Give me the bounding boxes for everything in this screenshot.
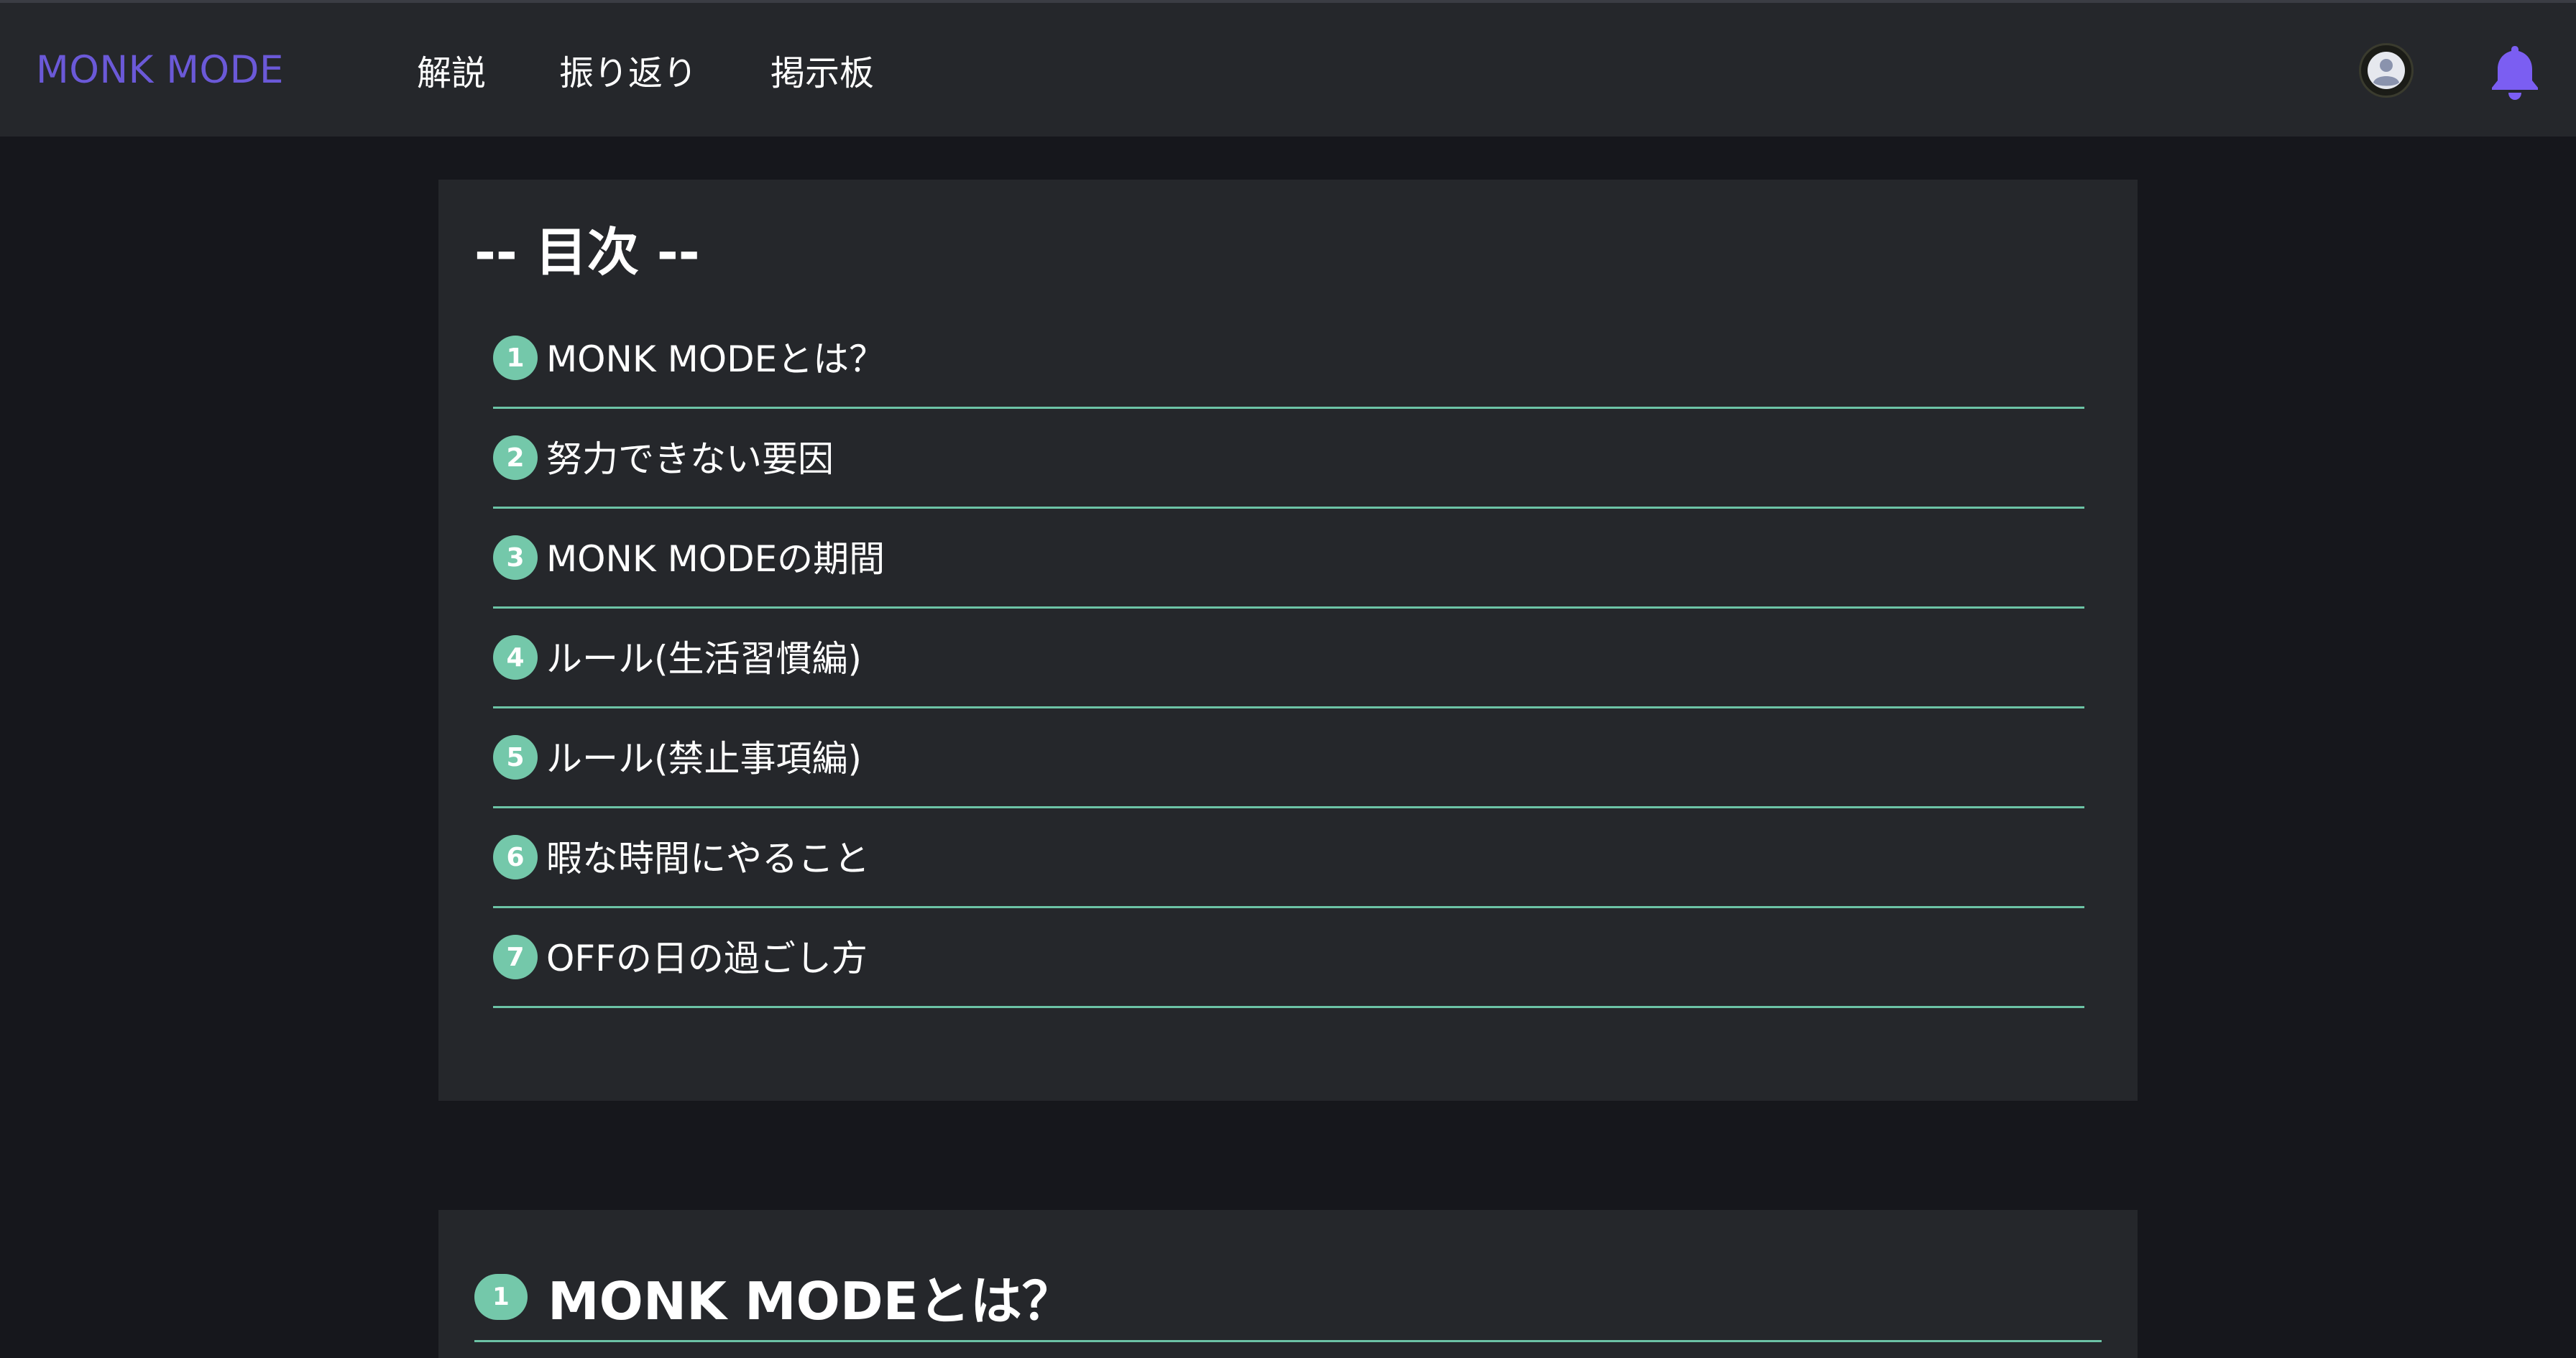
section-card: 1 MONK MODEとは？ bbox=[438, 1210, 2138, 1358]
toc-item-label: OFFの日の過ごし方 bbox=[546, 938, 868, 979]
toc-item-number: 6 bbox=[493, 835, 538, 879]
toc-item[interactable]: 3 MONK MODEの期間 bbox=[493, 509, 2084, 609]
brand-logo[interactable]: MONK MODE bbox=[36, 3, 284, 137]
toc-item[interactable]: 4 ルール(生活習慣編) bbox=[493, 609, 2084, 708]
toc-item[interactable]: 6 暇な時間にやること bbox=[493, 808, 2084, 908]
toc-item-label: 努力できない要因 bbox=[546, 438, 834, 480]
toc-item-number: 4 bbox=[493, 635, 538, 680]
nav-link-explanation[interactable]: 解説 bbox=[417, 45, 486, 95]
toc-item[interactable]: 5 ルール(禁止事項編) bbox=[493, 708, 2084, 808]
toc-item-number: 3 bbox=[493, 535, 538, 580]
toc-item-number: 2 bbox=[493, 435, 538, 480]
toc-item-label: MONK MODEとは？ bbox=[546, 338, 886, 380]
top-navbar: MONK MODE 解説 振り返り 掲示板 bbox=[0, 3, 2576, 137]
toc-item-label: MONK MODEの期間 bbox=[546, 538, 886, 580]
bell-icon[interactable] bbox=[2485, 42, 2544, 102]
nav-link-review[interactable]: 振り返り bbox=[559, 45, 697, 95]
main-nav: 解説 振り返り 掲示板 bbox=[417, 3, 947, 137]
toc-title: -- 目次 -- bbox=[474, 222, 700, 282]
toc-list: 1 MONK MODEとは？ 2 努力できない要因 3 MONK MODEの期間… bbox=[493, 309, 2084, 1008]
toc-item-label: ルール(禁止事項編) bbox=[546, 738, 862, 780]
toc-item-label: 暇な時間にやること bbox=[546, 838, 870, 879]
toc-item-number: 7 bbox=[493, 935, 538, 979]
section-title: MONK MODEとは？ bbox=[548, 1271, 1074, 1331]
nav-link-board[interactable]: 掲示板 bbox=[770, 45, 874, 95]
section-number: 1 bbox=[474, 1273, 528, 1320]
section-heading: 1 MONK MODEとは？ bbox=[474, 1253, 2102, 1342]
toc-item[interactable]: 1 MONK MODEとは？ bbox=[493, 309, 2084, 409]
toc-item[interactable]: 7 OFFの日の過ごし方 bbox=[493, 908, 2084, 1008]
toc-item-label: ルール(生活習慣編) bbox=[546, 638, 862, 680]
toc-item-number: 1 bbox=[493, 336, 538, 380]
user-avatar-icon[interactable] bbox=[2359, 43, 2414, 98]
table-of-contents: -- 目次 -- 1 MONK MODEとは？ 2 努力できない要因 3 MON… bbox=[438, 180, 2138, 1101]
toc-item-number: 5 bbox=[493, 735, 538, 780]
toc-item[interactable]: 2 努力できない要因 bbox=[493, 409, 2084, 509]
